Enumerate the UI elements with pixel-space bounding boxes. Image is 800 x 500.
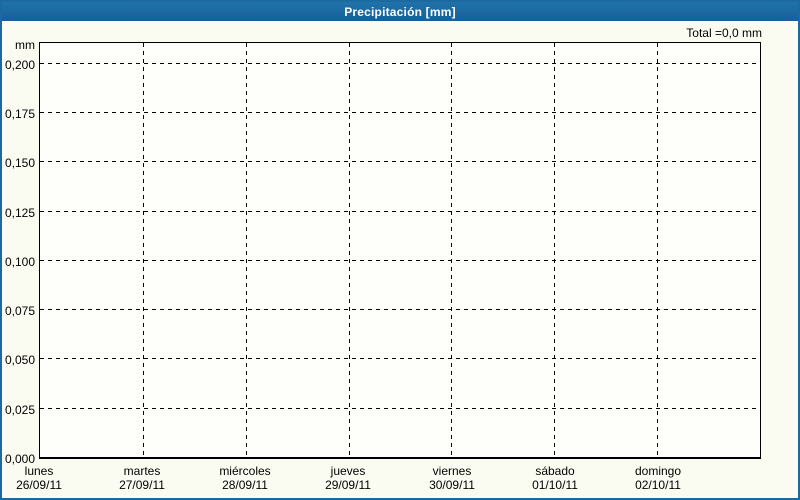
y-axis-tick-label: 0,200	[4, 58, 35, 72]
y-gridline	[40, 211, 760, 212]
x-axis-date-label: 30/09/11	[429, 478, 475, 492]
x-axis-date-label: 01/10/11	[532, 478, 578, 492]
x-axis-day-label: martes	[123, 464, 161, 478]
y-gridline	[40, 309, 760, 310]
x-gridline	[451, 43, 452, 457]
x-axis-category-label: viernes 30/09/11	[404, 464, 500, 492]
x-axis-category-label: lunes 26/09/11	[2, 464, 87, 492]
y-gridline	[40, 63, 760, 64]
y-gridline	[40, 408, 760, 409]
y-axis-tick-label: 0,175	[4, 107, 35, 121]
x-gridline	[657, 43, 658, 457]
x-axis-category-label: martes 27/09/11	[94, 464, 190, 492]
x-axis-category-label: miércoles 28/09/11	[197, 464, 293, 492]
x-axis-category-label: domingo 02/10/11	[610, 464, 706, 492]
y-gridline	[40, 112, 760, 113]
x-axis-day-label: viernes	[432, 464, 472, 478]
y-gridline	[40, 260, 760, 261]
y-axis-tick-label: 0,050	[4, 353, 35, 367]
x-gridline	[143, 43, 144, 457]
y-gridline	[40, 161, 760, 162]
chart-window: Precipitación [mm] Total =0,0 mm mm 0,20…	[0, 0, 800, 500]
x-axis-date-label: 28/09/11	[222, 478, 268, 492]
x-axis-date-label: 27/09/11	[119, 478, 165, 492]
y-axis-tick-label: 0,025	[4, 403, 35, 417]
x-axis-date-label: 02/10/11	[635, 478, 681, 492]
plot-area	[39, 42, 761, 459]
y-axis-tick-label: 0,100	[4, 255, 35, 269]
title-bar: Precipitación [mm]	[2, 2, 798, 21]
x-gridline	[246, 43, 247, 457]
chart-title: Precipitación [mm]	[344, 4, 456, 19]
x-axis-day-label: sábado	[535, 464, 575, 478]
x-gridline	[554, 43, 555, 457]
x-axis-category-label: jueves 29/09/11	[300, 464, 396, 492]
x-axis-day-label: lunes	[24, 464, 54, 478]
x-axis-day-label: domingo	[634, 464, 682, 478]
y-axis-tick-label: 0,150	[4, 156, 35, 170]
x-gridline	[349, 43, 350, 457]
x-axis-category-label: sábado 01/10/11	[507, 464, 603, 492]
x-axis-day-label: jueves	[330, 464, 366, 478]
total-annotation: Total =0,0 mm	[686, 26, 762, 40]
y-gridline	[40, 358, 760, 359]
y-axis-tick-label: 0,075	[4, 304, 35, 318]
x-axis-date-label: 29/09/11	[325, 478, 371, 492]
y-axis-unit-label: mm	[15, 38, 35, 52]
x-axis-day-label: miércoles	[219, 464, 271, 478]
x-axis-date-label: 26/09/11	[16, 478, 62, 492]
y-axis: mm 0,200 0,175 0,150 0,125 0,100 0,075 0,050 0,…	[2, 38, 35, 482]
y-axis-tick-label: 0,125	[4, 206, 35, 220]
x-axis: lunes 26/09/11 martes 27/09/11 miércoles 28/0…	[16, 464, 761, 496]
